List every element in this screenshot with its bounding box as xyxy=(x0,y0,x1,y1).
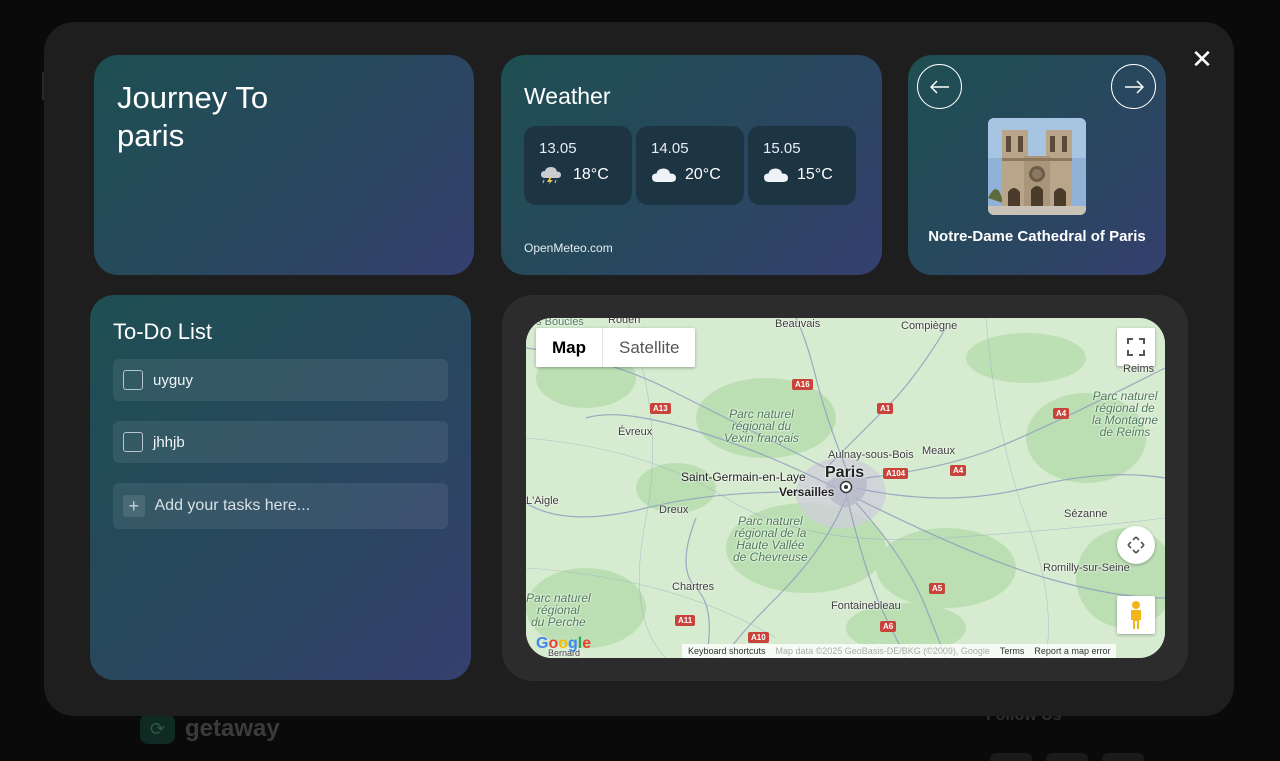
map-footer: Keyboard shortcuts Map data ©2025 GeoBas… xyxy=(682,644,1117,658)
road-badge: A10 xyxy=(748,632,769,643)
plus-icon[interactable]: + xyxy=(123,495,145,517)
report-error-link[interactable]: Report a map error xyxy=(1034,644,1110,658)
map-place-label: L'Aigle xyxy=(526,495,559,507)
trip-title: Journey To paris xyxy=(117,79,317,155)
map-place-label: Évreux xyxy=(618,426,653,438)
forecast-date: 15.05 xyxy=(763,140,801,157)
map-place-label: Compiègne xyxy=(901,320,958,332)
thunderstorm-icon xyxy=(541,167,561,185)
background-brand: ⟳ getaway xyxy=(140,714,280,744)
map-place-label: Beauvais xyxy=(775,318,821,330)
map-data-attribution: Map data ©2025 GeoBasis-DE/BKG (©2009), … xyxy=(775,646,990,656)
add-task-input[interactable] xyxy=(154,497,438,515)
road-badge: A13 xyxy=(650,403,671,414)
forecast-temp: 15°C xyxy=(797,166,833,183)
road-badge: A5 xyxy=(929,583,946,594)
map-place-label: Saint-Germain-en-Laye xyxy=(681,470,806,484)
road-badge: A1 xyxy=(877,403,894,414)
road-badge: A16 xyxy=(792,379,813,390)
map-park-label: Parc naturel régional du Vexin français xyxy=(724,407,799,445)
fullscreen-icon xyxy=(1127,338,1145,356)
todo-item: jhhjb xyxy=(113,421,448,463)
map-park-label: Parc naturel régional de la Montagne de … xyxy=(1092,389,1159,439)
map-place-label: Dreux xyxy=(659,504,689,516)
map-place-label: es Boucles xyxy=(530,318,584,328)
todo-item: uyguy xyxy=(113,359,448,401)
weather-source: OpenMeteo.com xyxy=(524,241,613,255)
map-place-label: Sézanne xyxy=(1064,508,1108,520)
map-place-label: Chartres xyxy=(672,581,715,593)
map-pin-icon xyxy=(839,480,853,494)
map-place-label: Reims xyxy=(1123,363,1155,375)
arrow-right-icon xyxy=(1124,79,1144,94)
close-icon[interactable]: ✕ xyxy=(1190,47,1214,73)
forecast-date: 13.05 xyxy=(539,140,577,157)
road-badge: A6 xyxy=(880,621,897,632)
trip-title-card: Journey To paris xyxy=(94,55,474,275)
cloud-icon xyxy=(764,168,788,182)
map-place-label: Versailles xyxy=(779,485,835,499)
map-type-satellite[interactable]: Satellite xyxy=(603,328,695,367)
pegman-icon xyxy=(1131,601,1141,629)
move-arrows-icon xyxy=(1127,536,1145,554)
road-badge: A4 xyxy=(1053,408,1070,419)
forecast-temp: 18°C xyxy=(573,166,609,183)
forecast-temp: 20°C xyxy=(685,166,721,183)
todo-card: To-Do List uyguy jhhjb + xyxy=(90,295,471,680)
road-badge: A4 xyxy=(950,465,967,476)
keyboard-shortcuts-link[interactable]: Keyboard shortcuts xyxy=(688,644,766,658)
todo-item-label: jhhjb xyxy=(153,433,185,451)
forecast-day: 14.05 20°C xyxy=(636,126,744,205)
previous-place-button[interactable] xyxy=(917,64,962,109)
weather-title: Weather xyxy=(524,83,611,109)
map-view[interactable]: Map Satellite es Boucles Rouen Beauvais … xyxy=(526,318,1165,658)
social-link[interactable] xyxy=(1102,753,1144,761)
place-card: Notre-Dame Cathedral of Paris xyxy=(908,55,1166,275)
map-place-label: Fontainebleau xyxy=(831,600,901,612)
camera-control-button[interactable] xyxy=(1117,526,1155,564)
map-type-map[interactable]: Map xyxy=(536,328,603,367)
social-link[interactable] xyxy=(990,753,1032,761)
map-place-label: Rouen xyxy=(608,318,641,326)
todo-checkbox[interactable] xyxy=(123,432,143,452)
add-task-row: + xyxy=(113,483,448,529)
brand-logo-icon: ⟳ xyxy=(140,714,175,744)
weather-card: Weather 13.05 18°C 14.05 20°C 15.05 15°C… xyxy=(501,55,882,275)
forecast-date: 14.05 xyxy=(651,140,689,157)
fullscreen-button[interactable] xyxy=(1117,328,1155,366)
arrow-left-icon xyxy=(929,79,949,94)
cloud-icon xyxy=(652,168,676,182)
social-link[interactable] xyxy=(1046,753,1088,761)
terms-link[interactable]: Terms xyxy=(1000,644,1025,658)
map-place-label: Aulnay-sous-Bois xyxy=(828,449,914,461)
place-photo xyxy=(988,118,1086,215)
todo-title: To-Do List xyxy=(113,319,213,344)
map-park-label: Parc naturel régional de la Haute Vallée… xyxy=(733,514,808,564)
map-place-label: Romilly-sur-Seine xyxy=(1043,562,1130,574)
forecast-day: 15.05 15°C xyxy=(748,126,856,205)
place-name: Notre-Dame Cathedral of Paris xyxy=(928,228,1146,245)
map-type-control: Map Satellite xyxy=(536,328,696,367)
brand-name: getaway xyxy=(185,715,280,742)
forecast-row: 13.05 18°C 14.05 20°C 15.05 15°C xyxy=(524,126,859,205)
todo-item-label: uyguy xyxy=(153,371,194,389)
google-logo: Google xyxy=(536,635,592,652)
road-badge: A11 xyxy=(675,615,696,626)
next-place-button[interactable] xyxy=(1111,64,1156,109)
forecast-day: 13.05 18°C xyxy=(524,126,632,205)
map-park-label: Parc naturel régional du Perche xyxy=(526,591,591,629)
road-badge: A104 xyxy=(883,468,909,479)
street-view-button[interactable] xyxy=(1117,596,1155,634)
map-panel: Map Satellite es Boucles Rouen Beauvais … xyxy=(502,295,1188,681)
todo-checkbox[interactable] xyxy=(123,370,143,390)
trip-title-line2: paris xyxy=(117,118,185,153)
trip-title-line1: Journey To xyxy=(117,80,269,115)
map-place-label: Meaux xyxy=(922,445,956,457)
